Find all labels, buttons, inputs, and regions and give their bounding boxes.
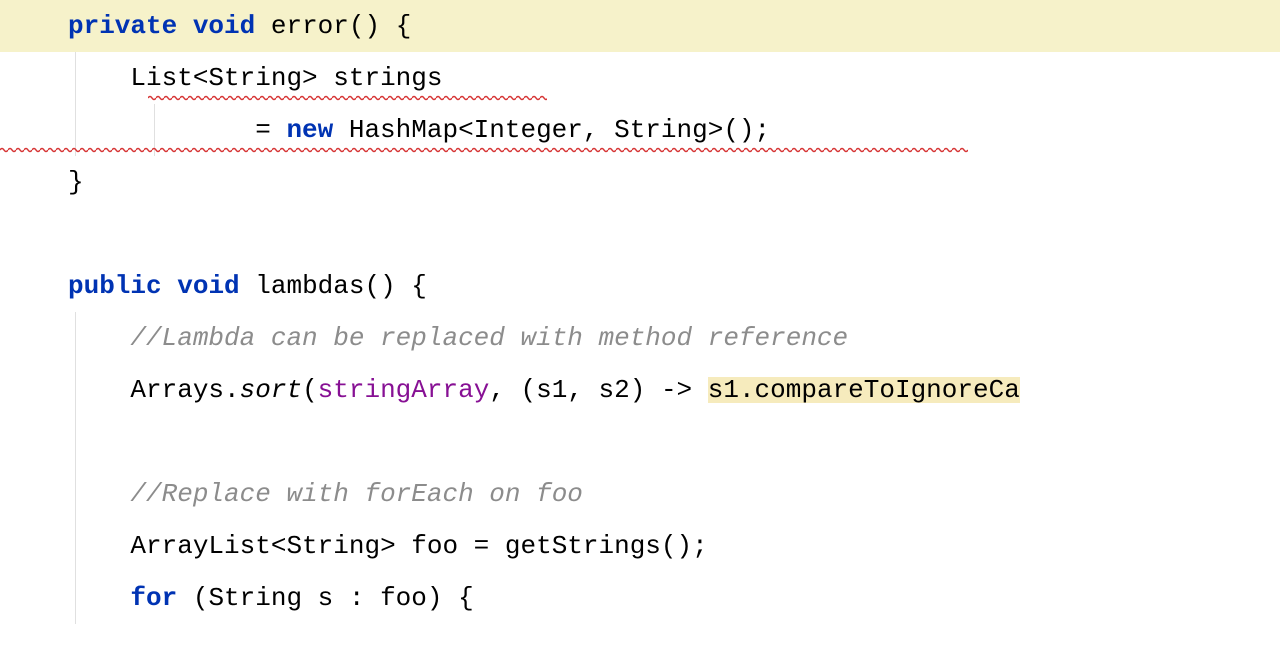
space [240,273,256,299]
code-line[interactable]: public void lambdas() { [0,260,1280,312]
code-text: List<String> strings [130,65,442,91]
indent-guide [75,364,76,416]
keyword: void [193,13,255,39]
indent-guide [154,104,155,156]
parens: () [349,13,380,39]
parens: () [364,273,395,299]
code-text: (String s : foo) { [177,585,473,611]
error-underline [148,95,547,101]
code-line[interactable]: } [0,156,1280,208]
indent [68,533,130,559]
indent [68,377,130,403]
code-text: , (s1, s2) -> [489,377,707,403]
indent-guide [75,520,76,572]
code-line[interactable]: List<String> strings [0,52,1280,104]
highlighted-code: s1.compareToIgnoreCa [708,377,1020,403]
code-editor[interactable]: private void error() { List<String> stri… [0,0,1280,624]
method-name: lambdas [255,273,364,299]
keyword: for [130,585,177,611]
code-line[interactable] [0,416,1280,468]
indent [68,65,130,91]
brace: { [396,273,427,299]
indent-guide [75,104,76,156]
indent: = [68,117,286,143]
indent-guide [75,312,76,364]
field-ref: stringArray [318,377,490,403]
indent-guide [75,416,76,468]
keyword: void [177,273,239,299]
code-line[interactable]: = new HashMap<Integer, String>(); [0,104,1280,156]
indent [68,481,130,507]
indent [68,325,130,351]
indent-guide [75,572,76,624]
indent-guide [75,52,76,104]
method-name: error [271,13,349,39]
comment: //Replace with forEach on foo [130,481,582,507]
code-text: Arrays. [130,377,239,403]
code-text: ArrayList<String> foo = getStrings(); [130,533,707,559]
code-line[interactable]: private void error() { [0,0,1280,52]
code-line[interactable]: //Lambda can be replaced with method ref… [0,312,1280,364]
code-line[interactable]: Arrays.sort(stringArray, (s1, s2) -> s1.… [0,364,1280,416]
paren: ( [302,377,318,403]
brace: } [68,169,84,195]
comment: //Lambda can be replaced with method ref… [130,325,848,351]
code-text: HashMap<Integer, String>(); [333,117,770,143]
keyword: public [68,273,162,299]
indent [68,585,130,611]
code-line[interactable]: //Replace with forEach on foo [0,468,1280,520]
static-method: sort [240,377,302,403]
code-line[interactable] [0,208,1280,260]
error-underline [0,147,968,153]
space [162,273,178,299]
code-line[interactable]: for (String s : foo) { [0,572,1280,624]
indent-guide [75,468,76,520]
space [255,13,271,39]
code-line[interactable]: ArrayList<String> foo = getStrings(); [0,520,1280,572]
space [177,13,193,39]
brace: { [380,13,411,39]
keyword: private [68,13,177,39]
keyword: new [286,117,333,143]
